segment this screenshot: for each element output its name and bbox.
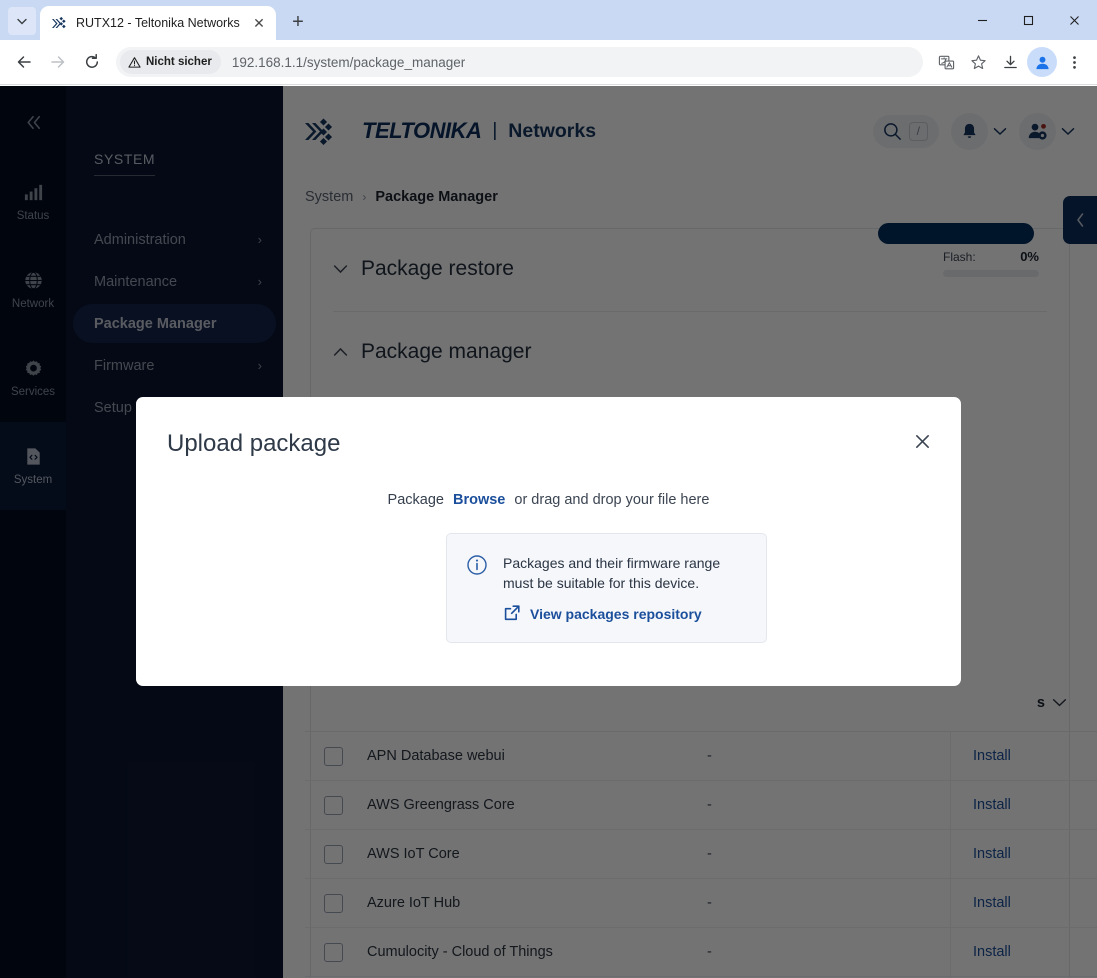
profile-avatar-icon[interactable] [1027, 47, 1057, 77]
modal-title: Upload package [167, 430, 341, 457]
forward-button[interactable] [42, 46, 74, 78]
warning-triangle-icon [128, 56, 141, 68]
browser-window: RUTX12 - Teltonika Networks ✕ + Nicht si… [0, 0, 1097, 978]
chevron-down-icon [17, 18, 27, 25]
back-button[interactable] [8, 46, 40, 78]
browser-tab[interactable]: RUTX12 - Teltonika Networks ✕ [40, 6, 276, 40]
translate-icon[interactable] [931, 47, 961, 77]
browse-button[interactable]: Browse [453, 492, 505, 508]
tab-search-button[interactable] [8, 7, 36, 35]
arrow-left-icon [17, 56, 31, 68]
window-minimize-button[interactable] [959, 0, 1005, 40]
tab-strip: RUTX12 - Teltonika Networks ✕ + [0, 0, 1097, 40]
security-label: Nicht sicher [146, 56, 212, 68]
close-icon [915, 434, 929, 448]
security-indicator[interactable]: Nicht sicher [120, 50, 221, 74]
new-tab-button[interactable]: + [284, 8, 312, 36]
drag-drop-hint: or drag and drop your file here [514, 492, 710, 508]
window-close-button[interactable] [1051, 0, 1097, 40]
omnibox[interactable]: Nicht sicher 192.168.1.1/system/package_… [116, 47, 923, 77]
menu-kebab-icon[interactable] [1059, 47, 1089, 77]
reload-button[interactable] [76, 46, 108, 78]
upload-package-modal: Upload package Package Browse or drag an… [136, 397, 961, 686]
view-packages-repository-label: View packages repository [530, 606, 702, 623]
browser-toolbar: Nicht sicher 192.168.1.1/system/package_… [0, 40, 1097, 85]
tab-close-icon[interactable]: ✕ [250, 14, 268, 32]
arrow-right-icon [51, 56, 65, 68]
info-body: Packages and their firmware range must b… [503, 553, 748, 625]
info-text: Packages and their firmware range must b… [503, 555, 721, 592]
teltonika-favicon [51, 15, 68, 32]
info-circle-icon [466, 554, 488, 625]
info-callout: Packages and their firmware range must b… [446, 533, 767, 643]
url-text: 192.168.1.1/system/package_manager [231, 54, 466, 70]
bookmark-star-icon[interactable] [963, 47, 993, 77]
package-field-label: Package [387, 492, 444, 508]
minimize-icon [977, 19, 987, 21]
maximize-icon [1023, 15, 1033, 25]
downloads-icon[interactable] [995, 47, 1025, 77]
view-packages-repository-link[interactable]: View packages repository [503, 604, 748, 625]
package-upload-row: Package Browse or drag and drop your fil… [136, 492, 961, 508]
reload-icon [85, 53, 99, 68]
window-maximize-button[interactable] [1005, 0, 1051, 40]
tab-title: RUTX12 - Teltonika Networks [76, 16, 240, 30]
window-controls [959, 0, 1097, 40]
external-link-icon [503, 604, 521, 625]
close-icon [1069, 15, 1079, 25]
toolbar-actions [931, 47, 1089, 77]
page-viewport: Status Network Services System [0, 86, 1097, 978]
modal-close-button[interactable] [909, 428, 935, 454]
